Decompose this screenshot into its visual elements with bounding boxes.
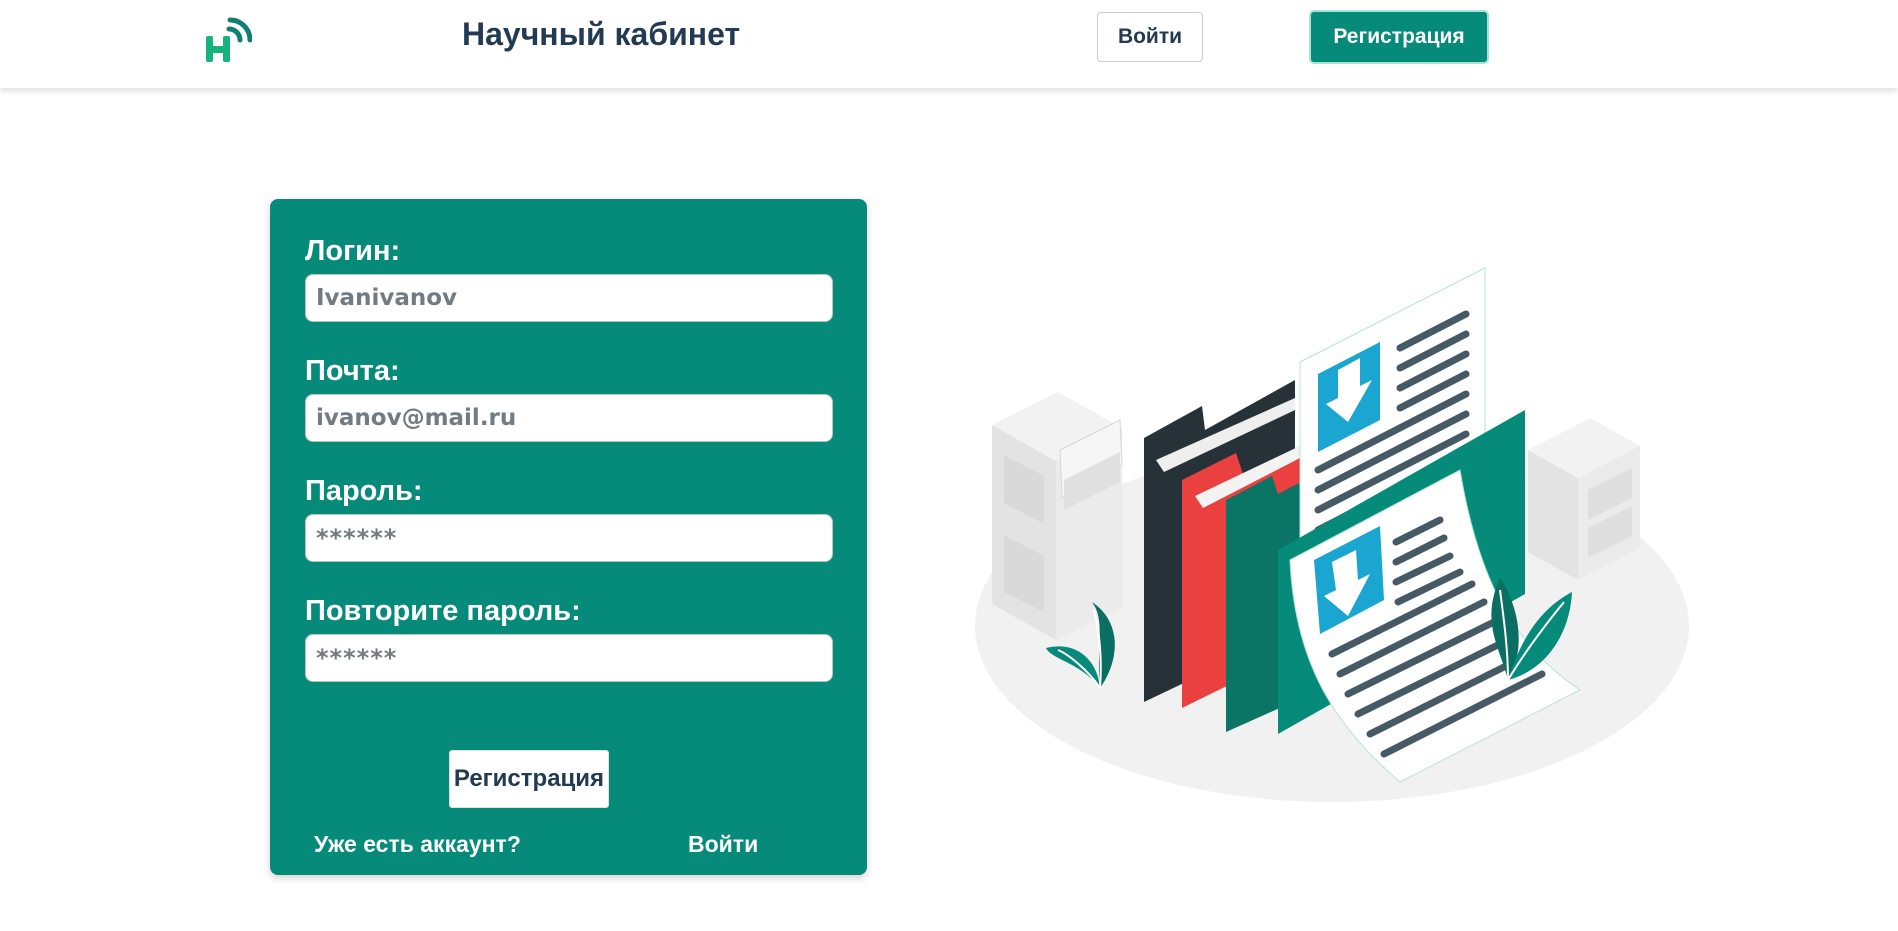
login-link[interactable]: Войти [688, 831, 758, 858]
top-navbar: Научный кабинет Войти Регистрация [0, 0, 1898, 88]
have-account-text: Уже есть аккаунт? [314, 831, 521, 857]
logo-icon[interactable] [200, 14, 253, 66]
documents-folders-illustration [960, 250, 1700, 810]
password-label: Пароль: [305, 475, 423, 507]
header-login-button[interactable]: Войти [1097, 12, 1203, 62]
password-repeat-label: Повторите пароль: [305, 595, 581, 627]
login-label: Логин: [305, 235, 401, 267]
login-input[interactable] [305, 274, 833, 322]
header-register-button[interactable]: Регистрация [1309, 10, 1489, 64]
site-title: Научный кабинет [462, 16, 741, 52]
register-submit-button[interactable]: Регистрация [449, 750, 609, 808]
email-input[interactable] [305, 394, 833, 442]
password-repeat-input[interactable] [305, 634, 833, 682]
email-label: Почта: [305, 355, 400, 387]
password-input[interactable] [305, 514, 833, 562]
registration-form: Логин: Почта: Пароль: Повторите пароль: … [270, 199, 867, 875]
